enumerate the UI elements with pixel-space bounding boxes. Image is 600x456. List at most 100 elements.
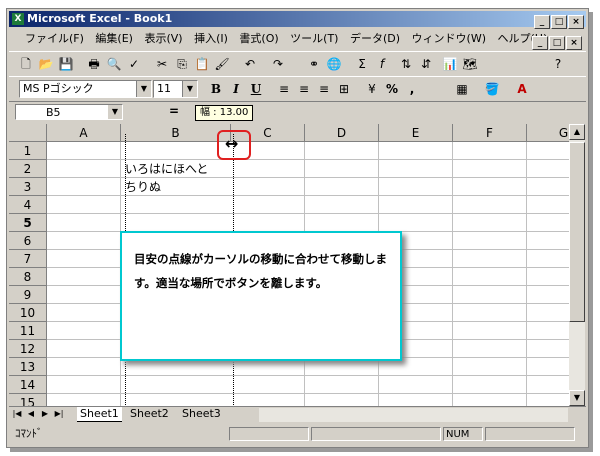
row-header-8[interactable]: 8: [9, 268, 47, 286]
tab-sheet1[interactable]: Sheet1: [77, 407, 122, 422]
minimize-button[interactable]: _: [534, 15, 550, 29]
row-header-9[interactable]: 9: [9, 286, 47, 304]
menu-format[interactable]: 書式(O): [235, 29, 282, 49]
comma-button[interactable]: ,: [403, 80, 421, 98]
horizontal-scrollbar[interactable]: [259, 408, 568, 422]
column-header-d[interactable]: D: [305, 124, 379, 142]
sort-ascending-icon[interactable]: ⇅: [397, 55, 415, 73]
italic-button[interactable]: I: [227, 80, 245, 98]
autosum-icon[interactable]: Σ: [353, 55, 371, 73]
title-bar: X Microsoft Excel - Book1 _ □ ×: [9, 11, 586, 29]
row-header-5[interactable]: 5: [9, 214, 47, 232]
column-header-f[interactable]: F: [453, 124, 527, 142]
format-painter-icon[interactable]: 🖌: [213, 55, 231, 73]
resize-cursor-icon[interactable]: ↔: [225, 136, 238, 152]
paste-icon[interactable]: 📋: [193, 55, 211, 73]
doc-maximize-button[interactable]: □: [549, 36, 565, 50]
fill-color-icon[interactable]: 🪣: [483, 80, 501, 98]
align-left-icon[interactable]: ≡: [275, 80, 293, 98]
row-header-2[interactable]: 2: [9, 160, 47, 178]
merge-center-icon[interactable]: ⊞: [335, 80, 353, 98]
hyperlink-icon[interactable]: ⚭: [305, 55, 323, 73]
tab-sheet3[interactable]: Sheet3: [179, 407, 224, 421]
cell-b2[interactable]: いろはにほへと: [125, 160, 208, 178]
doc-close-button[interactable]: ×: [566, 36, 582, 50]
map-icon[interactable]: 🗺: [461, 55, 479, 73]
help-icon[interactable]: ?: [549, 55, 567, 73]
align-center-icon[interactable]: ≡: [295, 80, 313, 98]
chevron-down-icon: ▼: [136, 81, 151, 97]
row-header-7[interactable]: 7: [9, 250, 47, 268]
undo-icon[interactable]: ↶: [241, 55, 259, 73]
prev-sheet-icon[interactable]: ◀: [25, 408, 37, 420]
row-header-13[interactable]: 13: [9, 358, 47, 376]
row-header-4[interactable]: 4: [9, 196, 47, 214]
doc-minimize-button[interactable]: _: [532, 36, 548, 50]
font-color-icon[interactable]: A: [513, 80, 531, 98]
column-header-e[interactable]: E: [379, 124, 453, 142]
menu-tools[interactable]: ツール(T): [286, 29, 342, 49]
column-header-a[interactable]: A: [47, 124, 121, 142]
name-box[interactable]: B5 ▼: [15, 104, 123, 120]
row-header-6[interactable]: 6: [9, 232, 47, 250]
maximize-button[interactable]: □: [551, 15, 567, 29]
row-header-12[interactable]: 12: [9, 340, 47, 358]
font-name-select[interactable]: MS Pゴシック ▼: [19, 80, 152, 98]
scroll-down-icon[interactable]: ▼: [569, 390, 585, 406]
new-icon[interactable]: 🗋: [17, 55, 35, 73]
copy-icon[interactable]: ⎘: [173, 55, 191, 73]
menu-insert[interactable]: 挿入(I): [190, 29, 232, 49]
vertical-scrollbar[interactable]: ▲ ▼: [569, 124, 585, 406]
chevron-down-icon: ▼: [108, 105, 122, 119]
tab-sheet2[interactable]: Sheet2: [127, 407, 172, 421]
chart-wizard-icon[interactable]: 📊: [441, 55, 459, 73]
gridline: [526, 142, 527, 406]
menu-view[interactable]: 表示(V): [140, 29, 186, 49]
menu-edit[interactable]: 編集(E): [91, 29, 137, 49]
row-header-3[interactable]: 3: [9, 178, 47, 196]
bold-button[interactable]: B: [207, 80, 225, 98]
spelling-icon[interactable]: ✓: [125, 55, 143, 73]
function-icon[interactable]: f: [373, 55, 391, 73]
menu-window[interactable]: ウィンドウ(W): [408, 29, 490, 49]
next-sheet-icon[interactable]: ▶: [39, 408, 51, 420]
percent-button[interactable]: %: [383, 80, 401, 98]
instruction-callout: 目安の点線がカーソルの移動に合わせて移動します。適当な場所でボタンを離します。: [120, 231, 402, 361]
save-icon[interactable]: 💾: [57, 55, 75, 73]
formula-equals-button[interactable]: =: [169, 104, 179, 118]
open-icon[interactable]: 📂: [37, 55, 55, 73]
redo-icon[interactable]: ↷: [269, 55, 287, 73]
print-preview-icon[interactable]: 🔍: [105, 55, 123, 73]
status-bar: ｺﾏﾝﾄﾞ NUM: [9, 424, 586, 444]
align-right-icon[interactable]: ≡: [315, 80, 333, 98]
currency-icon[interactable]: ¥: [363, 80, 381, 98]
scroll-up-icon[interactable]: ▲: [569, 124, 585, 140]
close-button[interactable]: ×: [568, 15, 584, 29]
row-header-14[interactable]: 14: [9, 376, 47, 394]
first-sheet-icon[interactable]: |◀: [11, 408, 23, 420]
row-header-1[interactable]: 1: [9, 142, 47, 160]
column-header-b[interactable]: B: [121, 124, 231, 142]
font-size-select[interactable]: 11 ▼: [153, 80, 198, 98]
menu-data[interactable]: データ(D): [346, 29, 404, 49]
underline-button[interactable]: U: [247, 80, 265, 98]
cut-icon[interactable]: ✂: [153, 55, 171, 73]
print-icon[interactable]: 🖶: [85, 55, 103, 73]
status-mode: ｺﾏﾝﾄﾞ: [15, 427, 43, 440]
borders-icon[interactable]: ▦: [453, 80, 471, 98]
column-width-tooltip: 幅 : 13.00: [195, 105, 254, 121]
cell-b3[interactable]: ちりぬ: [125, 178, 161, 196]
web-icon[interactable]: 🌐: [325, 55, 343, 73]
status-panel: [311, 427, 441, 441]
excel-app-icon: X: [12, 13, 24, 25]
excel-window: X Microsoft Excel - Book1 _ □ × ファイル(F) 編集…: [6, 8, 589, 448]
row-header-10[interactable]: 10: [9, 304, 47, 322]
menu-file[interactable]: ファイル(F): [21, 29, 88, 49]
select-all-corner[interactable]: [9, 124, 47, 142]
sort-descending-icon[interactable]: ⇵: [417, 55, 435, 73]
last-sheet-icon[interactable]: ▶|: [53, 408, 65, 420]
row-header-11[interactable]: 11: [9, 322, 47, 340]
scroll-thumb[interactable]: [569, 142, 585, 322]
column-header-g[interactable]: G: [527, 124, 569, 142]
row-header-15[interactable]: 15: [9, 394, 47, 406]
